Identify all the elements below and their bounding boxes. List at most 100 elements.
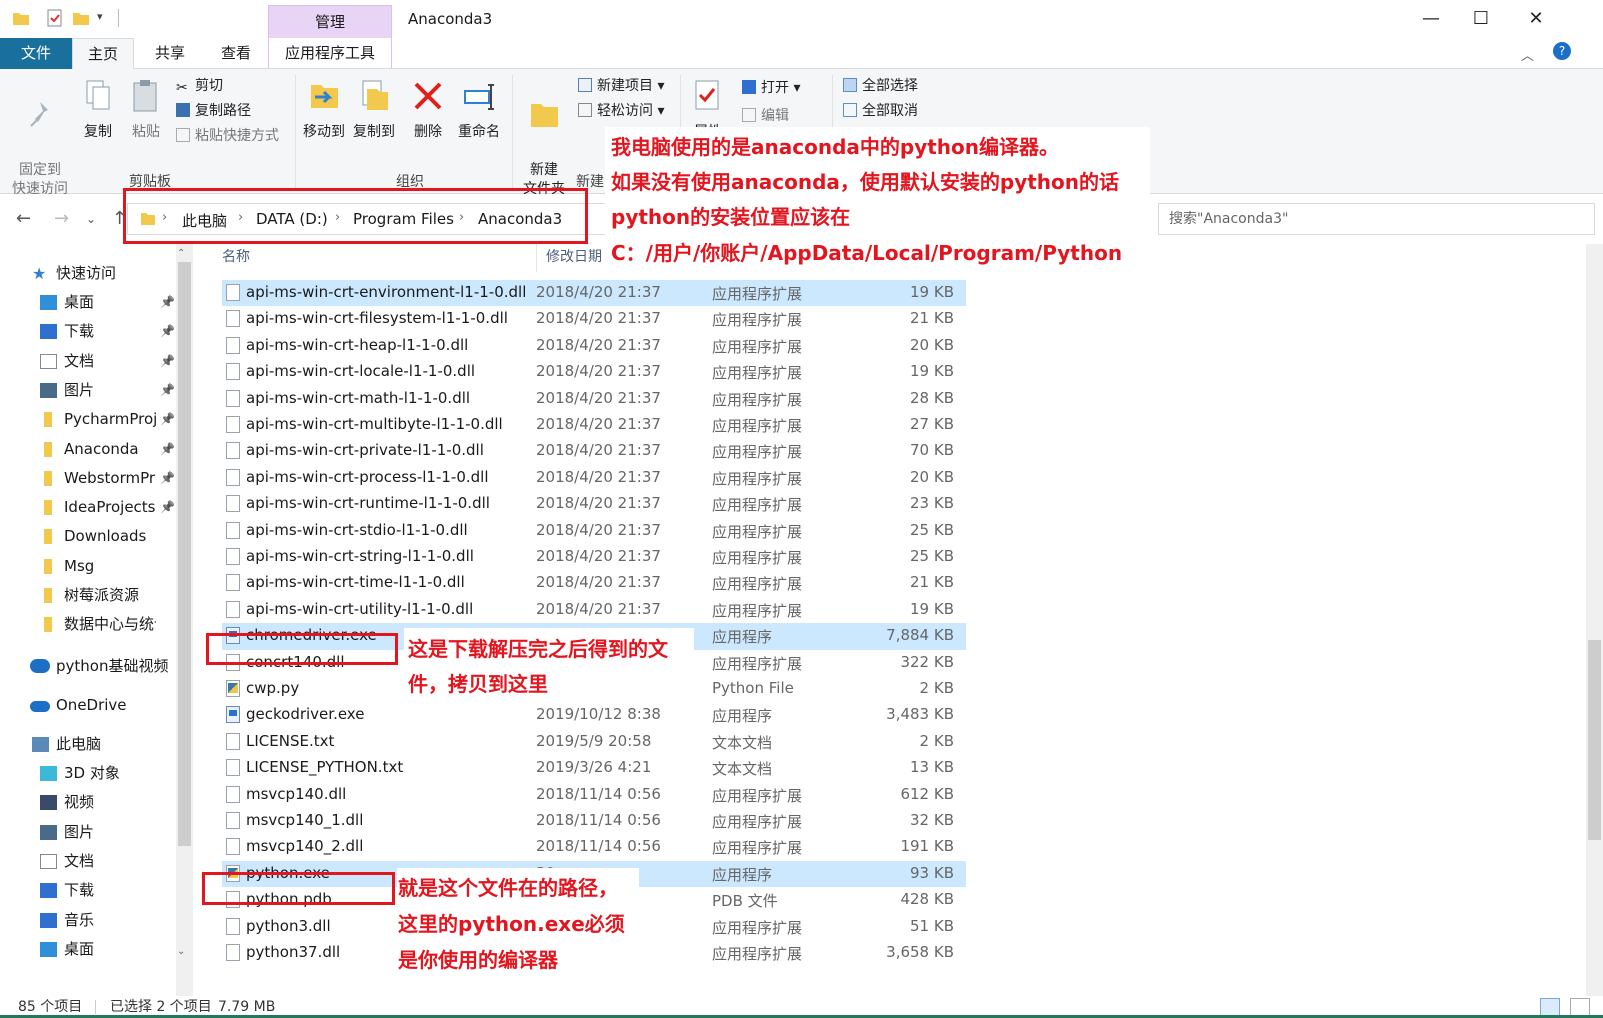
nav-item[interactable]: 文档 📌 <box>0 347 180 376</box>
table-row[interactable]: api-ms-win-crt-heap-l1-1-0.dll 2018/4/20 … <box>222 333 966 359</box>
paste-shortcut-button[interactable]: 粘贴快捷方式 <box>176 125 279 147</box>
new-item-button[interactable]: 新建项目 ▾ <box>578 75 664 97</box>
tab-app-tools[interactable]: 应用程序工具 <box>268 38 392 69</box>
table-row[interactable]: api-ms-win-crt-filesystem-l1-1-0.dll 2018… <box>222 306 966 332</box>
collapse-ribbon-icon[interactable]: ︿ <box>1521 45 1534 64</box>
nav-item[interactable]: 数据中心与统计数 <box>0 610 180 639</box>
table-row[interactable]: api-ms-win-crt-runtime-l1-1-0.dll 2018/4/… <box>222 491 966 517</box>
table-row[interactable]: LICENSE_PYTHON.txt 2019/3/26 4:21 文本文档 13 K… <box>222 755 966 781</box>
nav-item[interactable]: 桌面 📌 <box>0 288 180 317</box>
file-size: 428 KB <box>900 890 954 909</box>
close-button[interactable]: ✕ <box>1516 8 1556 30</box>
pin-icon[interactable]: 📌 <box>160 317 175 346</box>
pin-icon[interactable]: 📌 <box>160 435 175 464</box>
copy-path-button[interactable]: 复制路径 <box>176 100 251 122</box>
minimize-button[interactable]: — <box>1411 8 1451 30</box>
pin-icon[interactable]: 📌 <box>160 405 175 434</box>
table-row[interactable]: msvcp140_2.dll 2018/11/14 0:56 应用程序扩展 191 K… <box>222 834 966 860</box>
nav-item[interactable]: PycharmProj 📌 <box>0 405 180 434</box>
nav-pc-item[interactable]: 3D 对象 <box>0 759 180 788</box>
cube-icon <box>40 766 57 781</box>
table-row[interactable]: api-ms-win-crt-environment-l1-1-0.dll 201… <box>222 280 966 307</box>
paste-button[interactable]: 粘贴 <box>124 79 168 142</box>
pin-icon[interactable]: 📌 <box>160 493 175 522</box>
nav-item[interactable]: Anaconda 📌 <box>0 435 180 464</box>
customize-quick-access-icon[interactable]: ▾ <box>97 10 103 23</box>
open-button[interactable]: 打开 ▾ <box>742 77 800 99</box>
copy-to-icon <box>350 79 398 119</box>
pin-icon[interactable]: 📌 <box>160 376 175 405</box>
new-folder-button[interactable]: 新建 文件夹 <box>516 79 572 199</box>
nav-pc-item[interactable]: 桌面 <box>0 935 180 964</box>
help-icon[interactable]: ? <box>1553 42 1571 60</box>
tab-home[interactable]: 主页 <box>72 38 134 70</box>
copy-to-button[interactable]: 复制到 <box>350 79 398 142</box>
table-row[interactable]: msvcp140_1.dll 2018/11/14 0:56 应用程序扩展 32 KB <box>222 808 966 834</box>
tab-view[interactable]: 查看 <box>206 38 266 69</box>
table-row[interactable]: api-ms-win-crt-stdio-l1-1-0.dll 2018/4/20… <box>222 518 966 544</box>
table-row[interactable]: msvcp140.dll 2018/11/14 0:56 应用程序扩展 612 KB <box>222 782 966 808</box>
file-list-scrollbar[interactable] <box>1586 244 1603 1001</box>
nav-item[interactable]: 下载 📌 <box>0 317 180 346</box>
table-row[interactable]: api-ms-win-crt-time-l1-1-0.dll 2018/4/20 … <box>222 570 966 596</box>
select-all-button[interactable]: 全部选择 <box>843 75 918 97</box>
rename-button[interactable]: 重命名 <box>454 79 504 142</box>
maximize-button[interactable]: ☐ <box>1461 8 1501 30</box>
nav-python-video[interactable]: python基础视频 <box>0 652 180 681</box>
nav-item[interactable]: WebstormPr 📌 <box>0 464 180 493</box>
nav-pc-item[interactable]: 视频 <box>0 788 180 817</box>
nav-this-pc[interactable]: 此电脑 <box>0 730 180 759</box>
move-to-button[interactable]: 移动到 <box>300 79 348 142</box>
copy-button[interactable]: 复制 <box>76 79 120 142</box>
edit-button[interactable]: 编辑 <box>742 105 789 127</box>
nav-pc-item[interactable]: 音乐 <box>0 906 180 935</box>
pin-icon[interactable]: 📌 <box>160 464 175 493</box>
properties-quick-icon[interactable] <box>46 9 64 27</box>
table-row[interactable]: api-ms-win-crt-locale-l1-1-0.dll 2018/4/2… <box>222 359 966 385</box>
new-folder-quick-icon[interactable] <box>72 9 90 27</box>
pin-icon[interactable]: 📌 <box>160 288 175 317</box>
table-row[interactable]: api-ms-win-crt-math-l1-1-0.dll 2018/4/20 … <box>222 386 966 412</box>
column-name[interactable]: 名称 <box>222 246 250 266</box>
nav-pc-item[interactable]: 图片 <box>0 818 180 847</box>
file-name: LICENSE_PYTHON.txt <box>246 758 404 777</box>
column-date[interactable]: 修改日期 <box>546 246 602 266</box>
search-input[interactable]: 搜索"Anaconda3" <box>1158 203 1595 235</box>
recent-locations-icon[interactable]: ⌄ <box>86 212 96 226</box>
table-row[interactable]: api-ms-win-crt-multibyte-l1-1-0.dll 2018/… <box>222 412 966 438</box>
nav-item[interactable]: IdeaProjects 📌 <box>0 493 180 522</box>
file-type: 应用程序扩展 <box>712 496 803 515</box>
nav-pc-item[interactable]: 文档 <box>0 847 180 876</box>
nav-scrollbar-thumb[interactable] <box>178 262 191 846</box>
pin-icon[interactable]: 📌 <box>160 347 175 376</box>
tab-file[interactable]: 文件 <box>0 38 72 69</box>
back-arrow-icon[interactable]: ← <box>16 208 31 229</box>
dll-file-icon <box>226 468 240 486</box>
nav-item[interactable]: 树莓派资源 <box>0 581 180 610</box>
nav-item[interactable]: 图片 📌 <box>0 376 180 405</box>
nav-quick-access[interactable]: ★ 快速访问 <box>0 259 180 288</box>
table-row[interactable]: api-ms-win-crt-string-l1-1-0.dll 2018/4/2… <box>222 544 966 570</box>
nav-pc-item[interactable]: 下载 <box>0 876 180 905</box>
table-row[interactable]: api-ms-win-crt-utility-l1-1-0.dll 2018/4/… <box>222 597 966 623</box>
nav-item[interactable]: Msg <box>0 552 180 581</box>
pin-to-quick-access-button[interactable]: 固定到 快速访问 <box>8 79 72 199</box>
easy-access-button[interactable]: 轻松访问 ▾ <box>578 100 664 122</box>
file-date: 2018/4/20 21:37 <box>536 573 661 592</box>
details-view-icon[interactable] <box>1540 998 1560 1016</box>
scroll-down-icon[interactable]: ⌄ <box>177 946 185 957</box>
delete-button[interactable]: 删除 <box>408 79 448 142</box>
file-list-scrollbar-thumb[interactable] <box>1588 640 1601 840</box>
table-row[interactable]: api-ms-win-crt-private-l1-1-0.dll 2018/4/… <box>222 438 966 464</box>
large-icons-view-icon[interactable] <box>1570 998 1590 1016</box>
tab-share[interactable]: 共享 <box>140 38 200 69</box>
forward-arrow-icon[interactable]: → <box>54 208 69 229</box>
scroll-up-icon[interactable]: ⌃ <box>177 248 185 259</box>
cut-button[interactable]: ✂ 剪切 <box>176 75 223 97</box>
nav-item[interactable]: Downloads <box>0 522 180 551</box>
table-row[interactable]: LICENSE.txt 2019/5/9 20:58 文本文档 2 KB <box>222 729 966 755</box>
manage-contextual-tab[interactable]: 管理 <box>268 5 392 38</box>
nav-onedrive[interactable]: OneDrive <box>0 691 180 720</box>
table-row[interactable]: api-ms-win-crt-process-l1-1-0.dll 2018/4/… <box>222 465 966 491</box>
select-none-button[interactable]: 全部取消 <box>843 100 918 122</box>
